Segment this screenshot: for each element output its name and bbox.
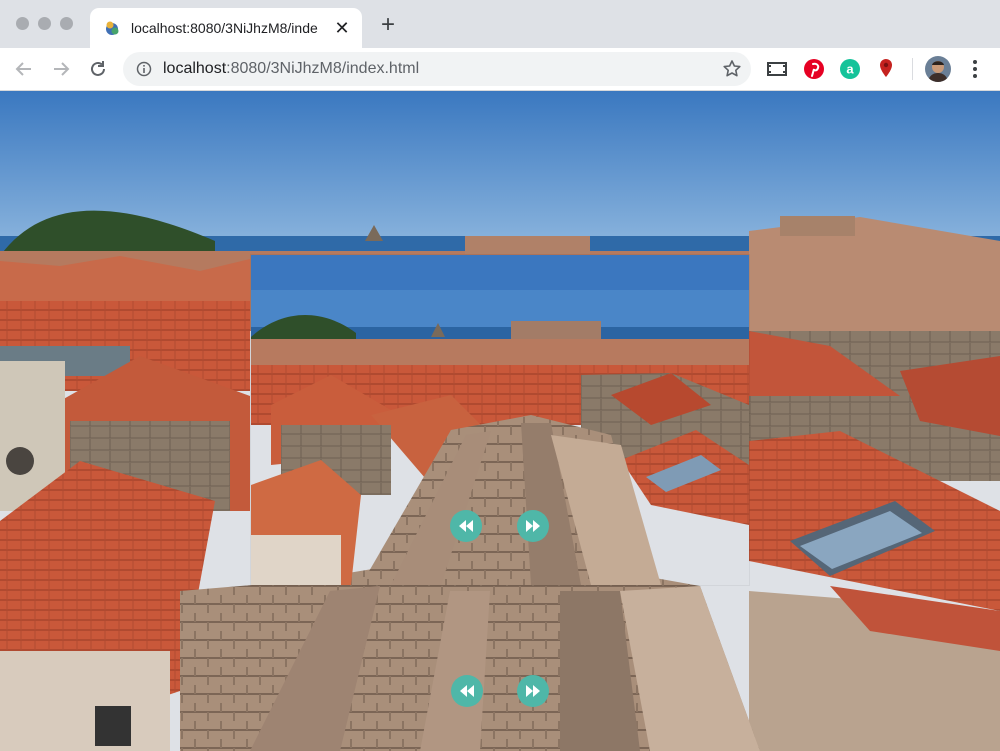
fast-forward-icon [526, 520, 540, 532]
rewind-button[interactable] [450, 510, 482, 542]
window-maximize-button[interactable] [60, 17, 73, 30]
url-path: :8080/3NiJhzM8/index.html [226, 60, 420, 77]
url-text[interactable]: localhost:8080/3NiJhzM8/index.html [163, 60, 419, 78]
tab-title: localhost:8080/3NiJhzM8/inde [131, 20, 318, 36]
map-pin-icon[interactable] [874, 57, 898, 81]
window-close-button[interactable] [16, 17, 29, 30]
star-icon[interactable] [721, 58, 743, 80]
fast-forward-icon [526, 685, 540, 697]
tab-strip: localhost:8080/3NiJhzM8/inde ✕ + [0, 0, 1000, 48]
rewind-icon [460, 685, 474, 697]
window-minimize-button[interactable] [38, 17, 51, 30]
new-tab-button[interactable]: + [376, 13, 400, 38]
tab-favicon-icon [106, 21, 119, 35]
profile-avatar-icon [925, 56, 951, 82]
fast-forward-button-bottom[interactable] [517, 675, 549, 707]
fast-forward-button[interactable] [517, 510, 549, 542]
rewind-icon [459, 520, 473, 532]
info-icon[interactable] [136, 61, 152, 77]
page-viewport [0, 91, 1000, 751]
svg-text:a: a [846, 62, 854, 77]
arrow-right-icon[interactable] [50, 58, 72, 80]
browser-tab[interactable]: localhost:8080/3NiJhzM8/inde ✕ [90, 8, 362, 48]
video-preview-image [251, 255, 749, 585]
tab-close-icon[interactable]: ✕ [332, 18, 352, 38]
url-host: localhost [163, 60, 227, 77]
grammarly-icon[interactable]: a [838, 57, 862, 81]
reload-icon[interactable] [87, 58, 109, 80]
kebab-menu-icon[interactable] [965, 58, 985, 80]
video-preview-frame[interactable] [251, 255, 749, 585]
rewind-button-bottom[interactable] [451, 675, 483, 707]
browser-toolbar: localhost:8080/3NiJhzM8/index.html a 8 [0, 48, 1000, 132]
pinterest-icon[interactable] [802, 57, 826, 81]
toolbar-separator [912, 58, 913, 80]
arrow-left-icon[interactable] [13, 58, 35, 80]
avatar[interactable] [925, 56, 951, 82]
screen-capture-icon[interactable] [765, 57, 789, 81]
address-bar[interactable]: localhost:8080/3NiJhzM8/index.html [123, 52, 751, 86]
